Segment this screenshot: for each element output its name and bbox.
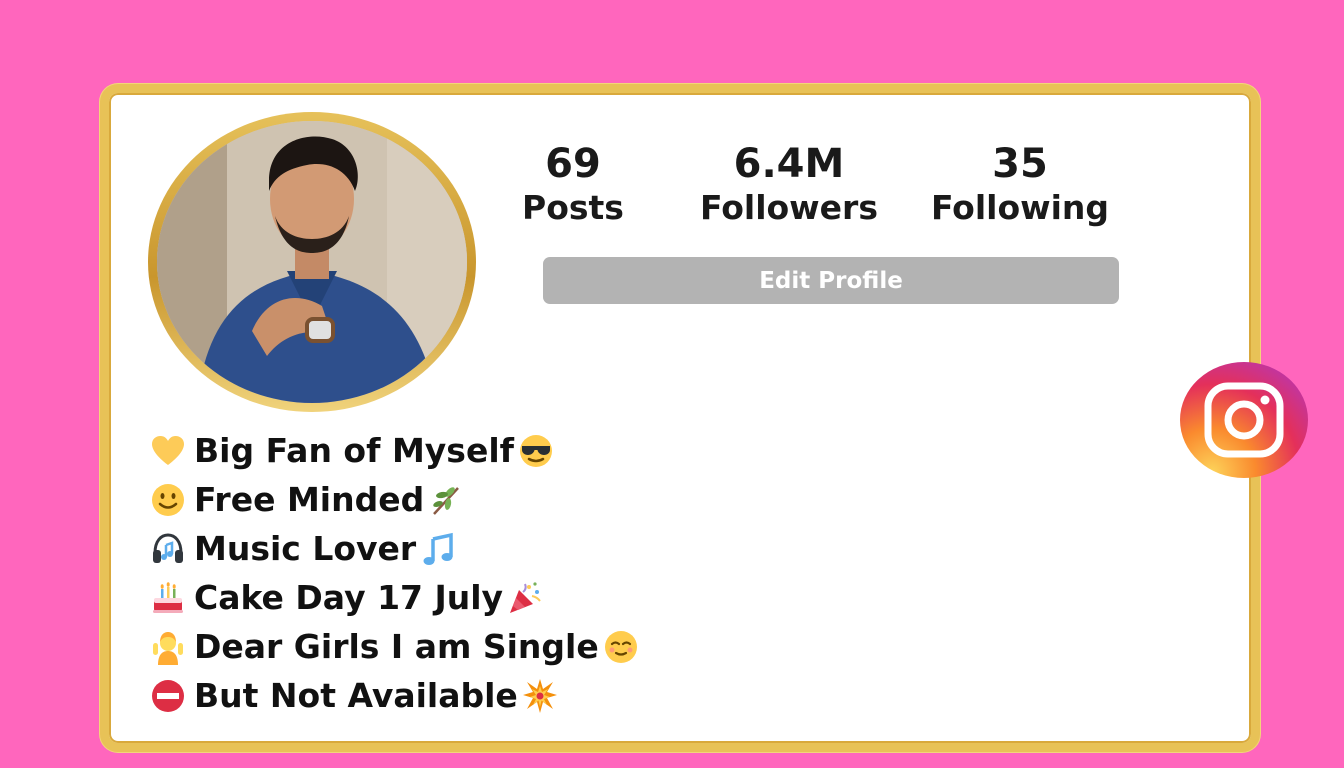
followers-count: 6.4M — [733, 141, 845, 187]
avatar[interactable] — [157, 121, 467, 403]
sunglasses-face-icon — [518, 433, 554, 469]
edit-profile-button[interactable]: Edit Profile — [543, 257, 1119, 304]
stat-followers[interactable]: 6.4M Followers — [690, 140, 888, 228]
party-popper-icon — [507, 580, 543, 616]
following-count: 35 — [992, 141, 1048, 187]
bio-text: But Not Available — [194, 676, 518, 715]
bio-text: Music Lover — [194, 529, 417, 568]
stat-posts[interactable]: 69 Posts — [513, 140, 633, 228]
bio-text: Dear Girls I am Single — [194, 627, 599, 666]
birthday-cake-icon — [150, 580, 186, 616]
bio-line: Big Fan of Myself — [150, 426, 639, 475]
musical-notes-icon — [420, 531, 456, 567]
instagram-icon[interactable] — [1180, 362, 1308, 478]
slightly-smiling-face-icon — [150, 482, 186, 518]
stat-following[interactable]: 35 Following — [922, 140, 1118, 228]
bio-line: Dear Girls I am Single — [150, 622, 639, 671]
bio-line: Cake Day 17 July — [150, 573, 639, 622]
posts-label: Posts — [522, 188, 624, 227]
relieved-face-icon — [603, 629, 639, 665]
posts-count: 69 — [545, 141, 601, 187]
bio-line: Music Lover — [150, 524, 639, 573]
herb-icon — [428, 482, 464, 518]
bio-line: Free Minded — [150, 475, 639, 524]
following-label: Following — [930, 188, 1110, 227]
bio-text: Big Fan of Myself — [194, 431, 514, 470]
person-raising-hands-icon — [150, 629, 186, 665]
collision-icon — [522, 678, 558, 714]
no-entry-icon — [150, 678, 186, 714]
bio-text: Free Minded — [194, 480, 425, 519]
headphones-icon — [150, 531, 186, 567]
yellow-heart-icon — [150, 433, 186, 469]
bio-line: But Not Available — [150, 671, 639, 720]
followers-label: Followers — [700, 188, 878, 227]
bio: Big Fan of Myself Free Minded Music Love… — [150, 426, 639, 720]
bio-text: Cake Day 17 July — [194, 578, 504, 617]
